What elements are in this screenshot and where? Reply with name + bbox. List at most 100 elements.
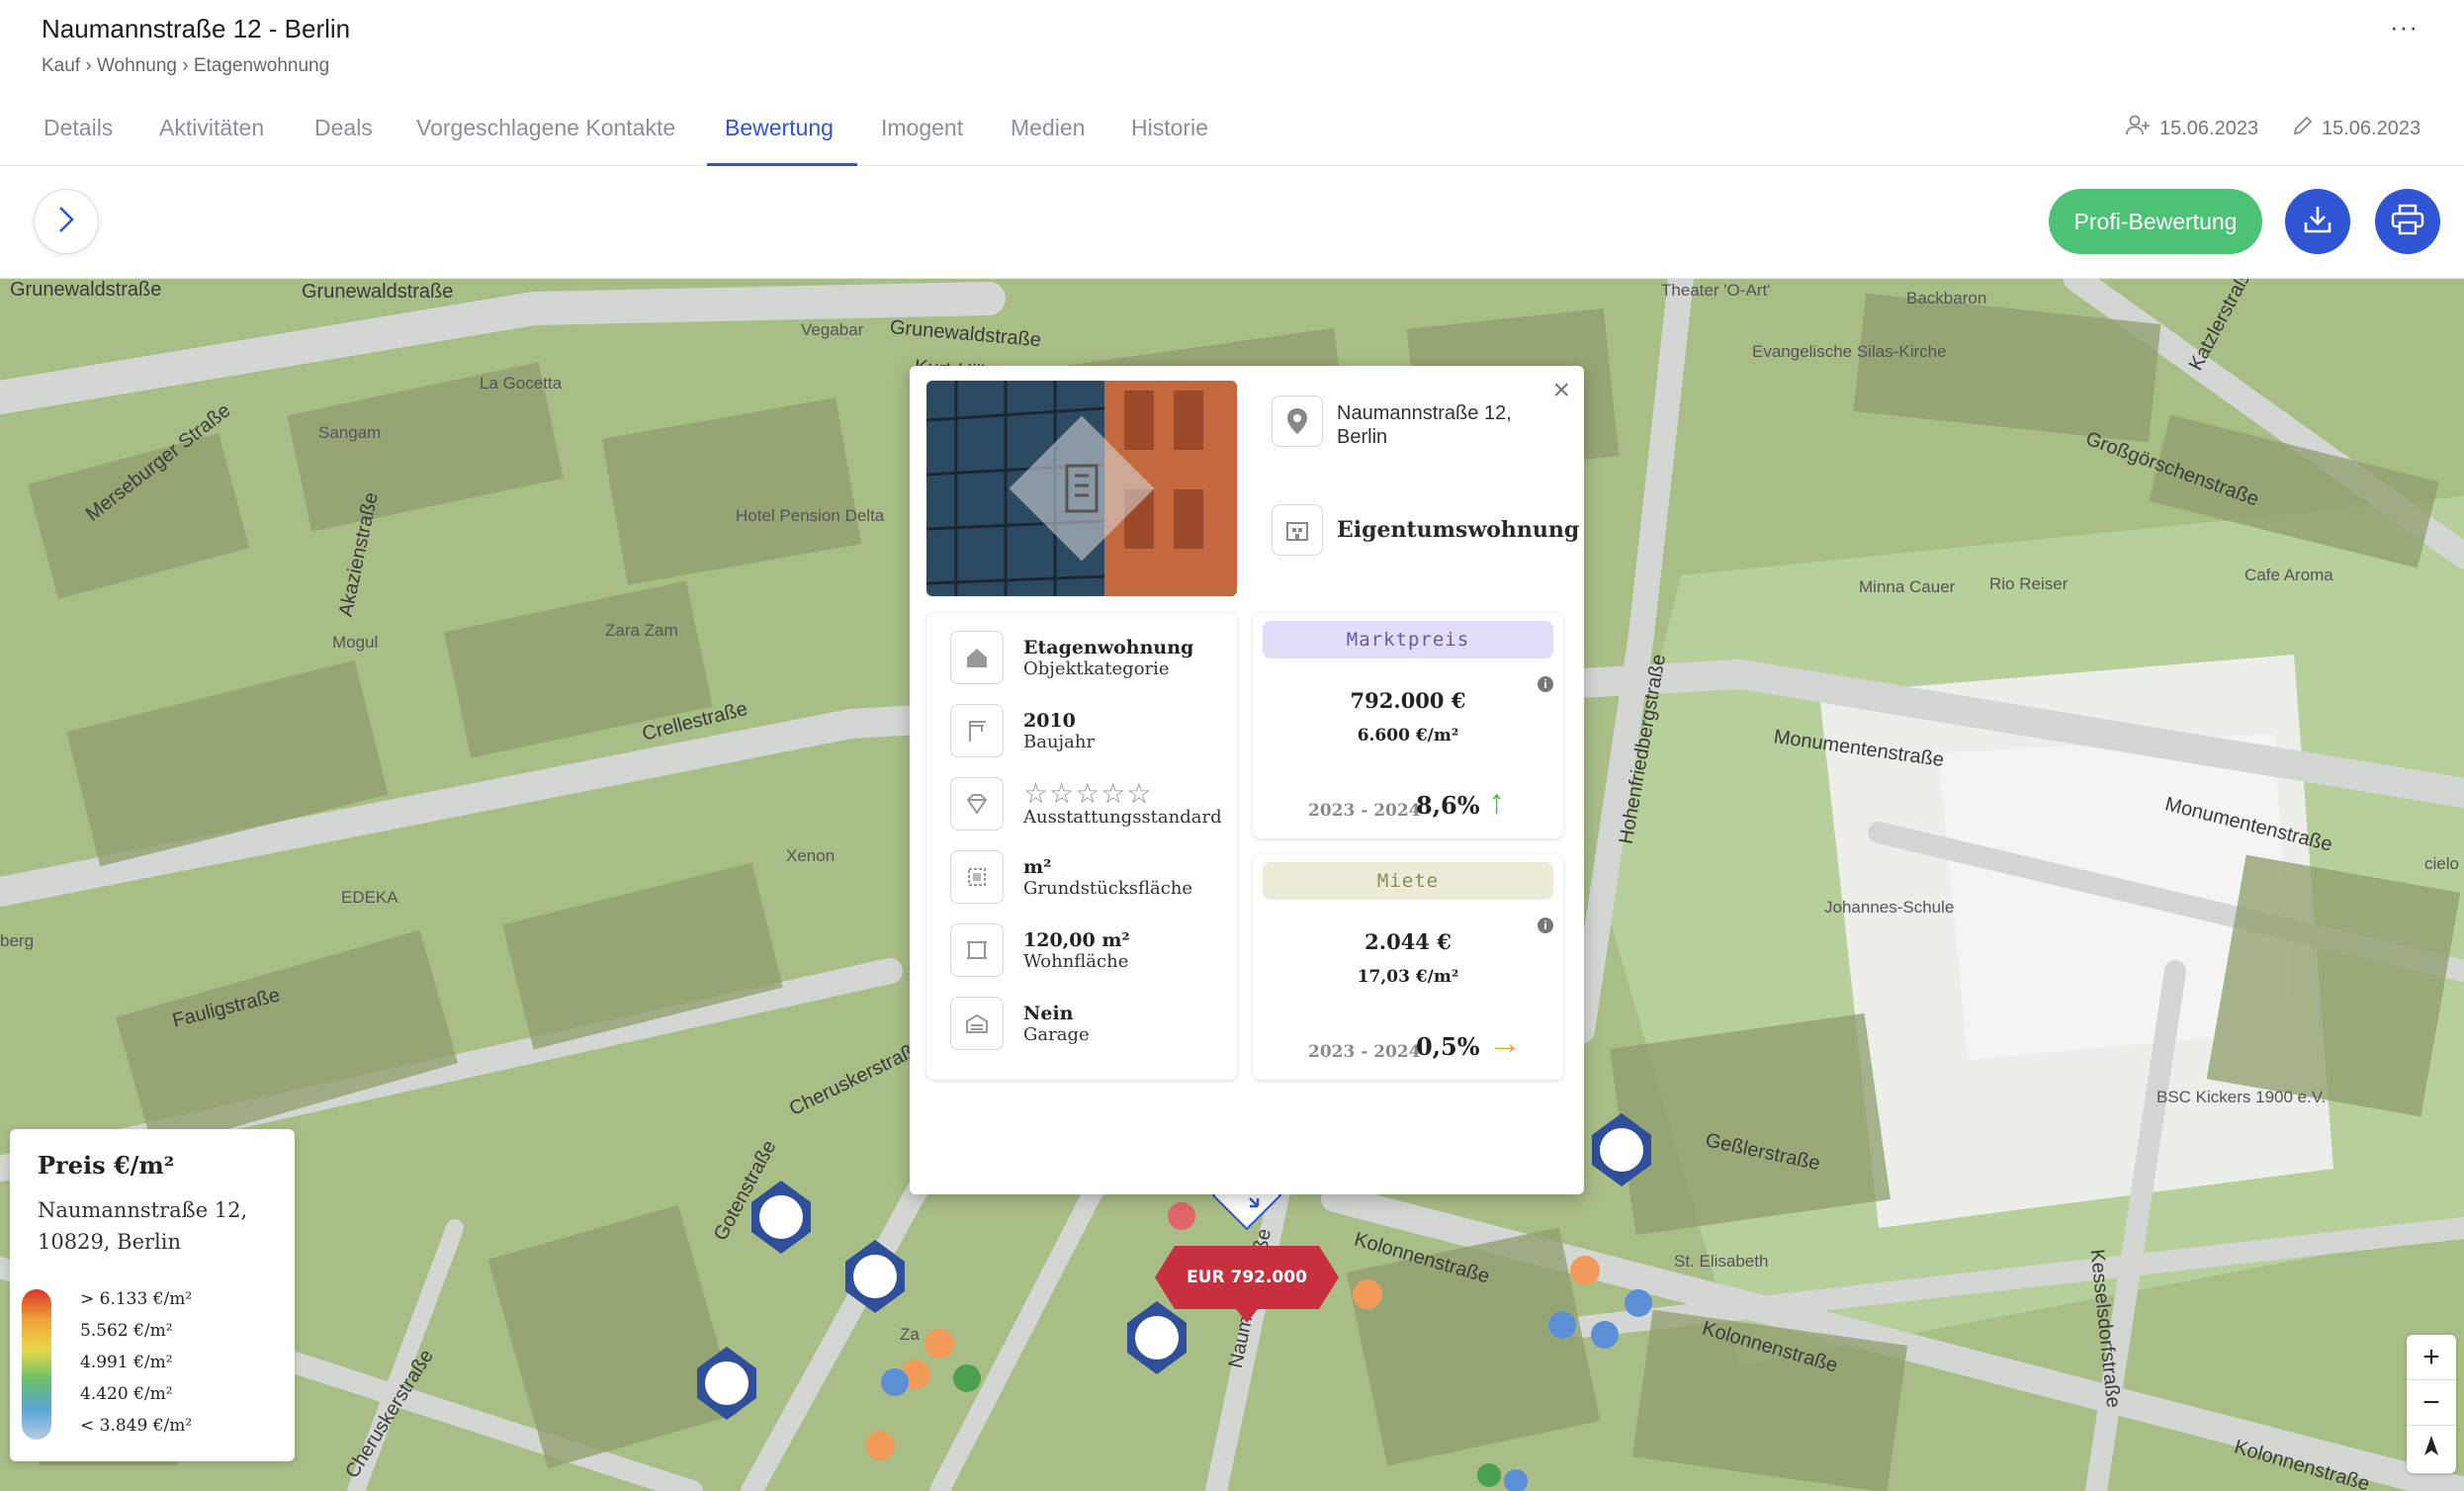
rent-value: 2.044 € xyxy=(1364,929,1452,954)
poi-label: Vegabar xyxy=(801,320,864,339)
legend-title: Preis €/m² xyxy=(38,1151,175,1180)
market-price-change: 8,6% xyxy=(1416,791,1480,820)
rent-per-sqm: 17,03 €/m² xyxy=(1357,967,1459,987)
zoom-out-button[interactable]: − xyxy=(2407,1380,2456,1426)
created-date: 15.06.2023 xyxy=(2159,117,2259,139)
download-icon xyxy=(2301,203,2334,241)
property-address: Naumannstraße 12, Berlin xyxy=(1337,402,1512,448)
app-root: Naumannstraße 12 - Berlin Kauf › Wohnung… xyxy=(0,0,2464,1491)
legend-item: < 3.849 €/m² xyxy=(80,1416,193,1436)
rent-card: Miete i 2.044 € 17,03 €/m² 2023 - 2024 0… xyxy=(1253,854,1563,1080)
garage-icon xyxy=(950,997,1004,1050)
page-title: Naumannstraße 12 - Berlin xyxy=(42,14,351,44)
house-icon xyxy=(950,631,1004,684)
compass-icon xyxy=(2421,1432,2441,1465)
attr-value: Etagenwohnung xyxy=(1023,636,1194,658)
tab-historie[interactable]: Historie xyxy=(1131,115,1208,141)
attr-label: Grundstücksfläche xyxy=(1023,877,1193,899)
rent-header: Miete xyxy=(1263,862,1553,900)
attr-row-garage: Nein Garage xyxy=(950,997,1090,1050)
tab-aktivitaeten[interactable]: Aktivitäten xyxy=(159,115,264,141)
rent-period: 2023 - 2024 xyxy=(1308,1042,1421,1062)
print-button[interactable] xyxy=(2375,189,2440,254)
market-price-card: Marktpreis i 792.000 € 6.600 €/m² 2023 -… xyxy=(1253,613,1563,838)
diamond-icon xyxy=(950,777,1004,831)
arrow-up-icon: ↑ xyxy=(1488,783,1505,821)
tab-vorgeschlagene-kontakte[interactable]: Vorgeschlagene Kontakte xyxy=(416,115,675,141)
edited-date: 15.06.2023 xyxy=(2322,117,2421,139)
tab-medien[interactable]: Medien xyxy=(1011,115,1085,141)
attr-label: Wohnfläche xyxy=(1023,950,1129,972)
tab-imogent[interactable]: Imogent xyxy=(881,115,963,141)
property-type-card: Eigentumswohnung xyxy=(1272,504,1579,556)
poi-label: St. Elisabeth xyxy=(1674,1252,1769,1271)
plot-area-icon xyxy=(950,850,1004,904)
price-legend: Preis €/m² Naumannstraße 12, 10829, Berl… xyxy=(10,1129,295,1461)
street-label: Grunewaldstraße xyxy=(10,279,162,301)
attr-row-wohnflaeche: 120,00 m² Wohnfläche xyxy=(950,923,1130,977)
map-toolbar: Profi-Bewertung xyxy=(0,167,2464,279)
poi-label: Xenon xyxy=(786,846,836,865)
arrow-right-icon: → xyxy=(1488,1024,1522,1062)
zoom-controls: + − xyxy=(2407,1335,2456,1473)
print-icon xyxy=(2390,203,2425,241)
compass-button[interactable] xyxy=(2407,1426,2456,1471)
poi-label: EDEKA xyxy=(341,888,398,907)
legend-item: 4.420 €/m² xyxy=(80,1384,173,1404)
legend-item: 5.562 €/m² xyxy=(80,1321,173,1341)
attr-value: 2010 xyxy=(1023,709,1076,732)
market-price-period: 2023 - 2024 xyxy=(1308,801,1421,821)
zoom-in-button[interactable]: + xyxy=(2407,1335,2456,1380)
price-marker[interactable]: EUR 792.000 xyxy=(1155,1246,1339,1323)
legend-item: 4.991 €/m² xyxy=(80,1353,173,1372)
tab-deals[interactable]: Deals xyxy=(314,115,373,141)
breadcrumb[interactable]: Kauf › Wohnung › Etagenwohnung xyxy=(42,55,329,77)
user-add-icon xyxy=(2126,115,2152,142)
attr-row-ausstattung: ☆☆☆☆☆ Ausstattungsstandard xyxy=(950,777,1222,831)
poi-label: Theater 'O-Art' xyxy=(1661,281,1771,300)
attr-row-grundstuecksflaeche: m² Grundstücksfläche xyxy=(950,850,1192,904)
poi-label: Sangam xyxy=(318,423,382,442)
market-price-per-sqm: 6.600 €/m² xyxy=(1357,726,1459,746)
poi-label: La Gocetta xyxy=(480,374,563,393)
location-pin-icon xyxy=(1272,395,1323,447)
page-header: Naumannstraße 12 - Berlin Kauf › Wohnung… xyxy=(0,0,2464,166)
close-icon[interactable]: × xyxy=(1552,374,1570,407)
poi-label: Johannes-Schule xyxy=(1824,898,1955,917)
tab-bewertung[interactable]: Bewertung xyxy=(725,115,834,141)
attr-value: 120,00 m² xyxy=(1023,928,1130,951)
download-button[interactable] xyxy=(2285,189,2350,254)
property-photo xyxy=(926,381,1237,596)
legend-item: > 6.133 €/m² xyxy=(80,1289,193,1309)
poi-label: Cafe Aroma xyxy=(2244,566,2333,584)
edited-info: 15.06.2023 xyxy=(2292,115,2420,142)
poi-label: Backbaron xyxy=(1906,289,1987,307)
poi-label: Za xyxy=(900,1325,920,1344)
crane-icon xyxy=(950,704,1004,757)
attr-value: Nein xyxy=(1023,1002,1074,1024)
property-type: Eigentumswohnung xyxy=(1337,517,1580,543)
attr-label: Objektkategorie xyxy=(1023,658,1170,679)
more-menu-button[interactable]: ··· xyxy=(2390,12,2419,43)
poi-label: Rio Reiser xyxy=(1989,574,2068,593)
address-card: Naumannstraße 12, Berlin xyxy=(1272,395,1535,449)
market-price-header: Marktpreis xyxy=(1263,621,1553,658)
rating-stars: ☆☆☆☆☆ xyxy=(1023,777,1153,809)
tab-details[interactable]: Details xyxy=(44,115,113,141)
poi-label: Minna Cauer xyxy=(1859,577,1956,596)
profi-bewertung-button[interactable]: Profi-Bewertung xyxy=(2049,189,2262,254)
poi-label: Evangelische Silas-Kirche xyxy=(1752,342,1947,361)
poi-label: Zara Zam xyxy=(605,621,678,640)
price-marker-label: EUR 792.000 xyxy=(1187,1268,1307,1287)
property-popup: × Naumannstraße 12, Berlin Eigentumswohn… xyxy=(910,366,1584,1194)
building-icon xyxy=(1272,504,1323,556)
attributes-list: Etagenwohnung Objektkategorie 2010 Bauja… xyxy=(926,613,1237,1080)
poi-label: cielo xyxy=(2424,854,2459,873)
expand-panel-button[interactable] xyxy=(34,189,99,254)
street-label: Grunewaldstraße xyxy=(302,281,454,303)
market-price-value: 792.000 € xyxy=(1350,688,1466,713)
active-tab-indicator xyxy=(707,163,857,166)
attr-label: Garage xyxy=(1023,1023,1090,1045)
attr-label: Baujahr xyxy=(1023,731,1096,752)
pencil-icon xyxy=(2292,115,2314,142)
